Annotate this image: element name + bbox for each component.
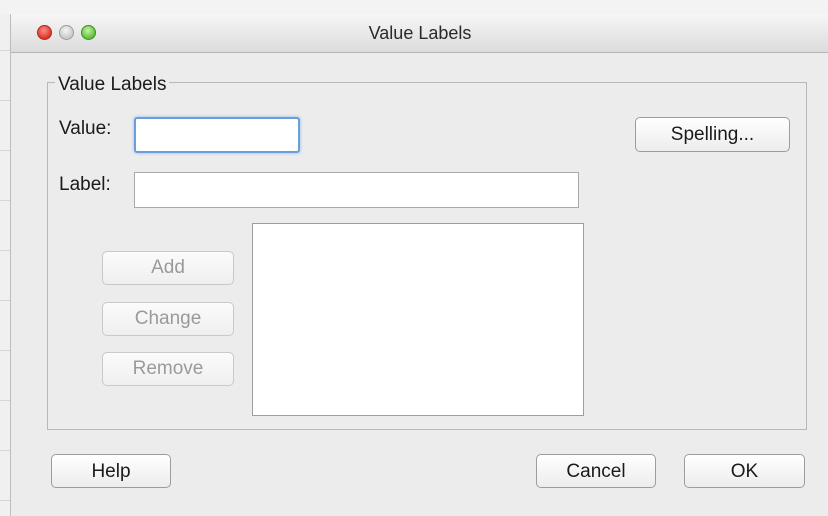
remove-button[interactable]: Remove xyxy=(102,352,234,386)
spelling-button[interactable]: Spelling... xyxy=(635,117,790,152)
background-window-strip xyxy=(0,0,828,14)
value-labels-dialog: Value Labels Value Labels Value: Spellin… xyxy=(10,14,828,516)
value-labels-list[interactable] xyxy=(252,223,584,416)
value-input[interactable] xyxy=(134,117,300,153)
help-button[interactable]: Help xyxy=(51,454,171,488)
ok-button[interactable]: OK xyxy=(684,454,805,488)
group-legend: Value Labels xyxy=(55,74,170,96)
change-button[interactable]: Change xyxy=(102,302,234,336)
label-input[interactable] xyxy=(134,172,579,208)
value-field-label: Value: xyxy=(59,118,112,139)
label-field-label: Label: xyxy=(59,174,111,195)
add-button[interactable]: Add xyxy=(102,251,234,285)
window-title: Value Labels xyxy=(368,23,472,43)
cancel-button[interactable]: Cancel xyxy=(536,454,656,488)
title-bar: Value Labels xyxy=(11,14,828,53)
